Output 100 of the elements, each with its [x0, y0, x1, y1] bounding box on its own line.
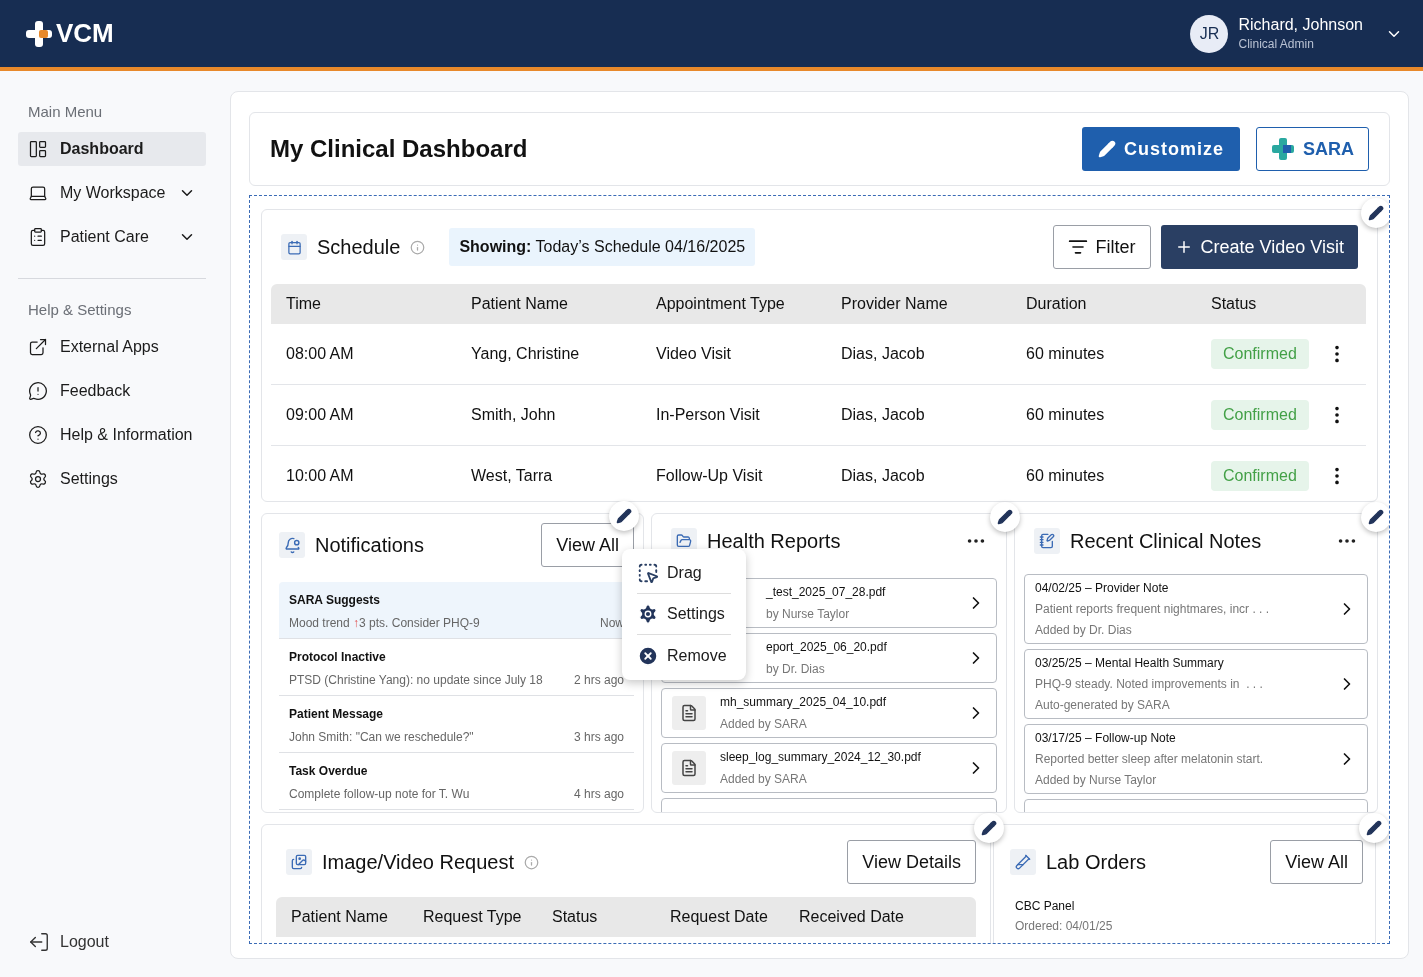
pencil-icon — [1368, 509, 1384, 525]
note-author: Auto-generated by SARA — [1035, 698, 1171, 712]
menu-item[interactable]: Settings — [637, 594, 731, 635]
notification-title: Protocol Inactive — [289, 650, 387, 664]
notification-title: Patient Message — [289, 707, 385, 721]
pencil-icon — [981, 820, 997, 836]
nav-item[interactable]: Feedback — [18, 374, 206, 408]
create-video-visit-button[interactable]: Create Video Visit — [1160, 225, 1358, 269]
edit-button[interactable] — [1359, 813, 1389, 843]
notification-item[interactable]: Patient Message John Smith: "Can we reschedule?" 3 hrs ago — [279, 696, 634, 753]
nav-item[interactable]: Dashboard — [18, 132, 206, 166]
notification-text: Complete follow-up note for T. Wu — [289, 787, 470, 801]
card-title: Schedule — [317, 235, 401, 259]
cross-logo-icon — [1271, 137, 1295, 161]
pdf-icon — [672, 751, 706, 785]
note-title: 03/17/25 – Follow-up Note — [1035, 731, 1177, 745]
file-name: mh_summary_2025_04_10.pdf — [720, 695, 888, 709]
nav-item[interactable]: Patient Care — [18, 220, 206, 254]
column-header: Duration — [1026, 284, 1211, 324]
file-author: Added by SARA — [720, 717, 808, 731]
logo-text: VCM — [56, 18, 114, 49]
info-icon — [524, 854, 539, 870]
nav-item[interactable]: External Apps — [18, 330, 206, 364]
status-badge: Confirmed — [1211, 339, 1309, 369]
nav-item[interactable]: My Workspace — [18, 176, 206, 210]
menu-item[interactable]: Drag — [637, 553, 731, 594]
note-author: Added by Dr. Dias — [1035, 623, 1133, 637]
file-name: sleep_log_summary_2024_12_30.pdf — [720, 750, 922, 764]
column-header: Patient Name — [471, 284, 656, 324]
edit-button[interactable] — [990, 502, 1020, 532]
file-author: by Dr. Dias — [766, 662, 826, 676]
table-cell: Yang, Christine — [471, 324, 656, 385]
note-card[interactable]: 04/02/25 – Provider Note Patient reports frequent nightmares, incr . . . Added by Dr. Dias — [1024, 574, 1368, 644]
user-avatar[interactable]: JR — [1190, 14, 1229, 53]
edit-button[interactable] — [974, 813, 1004, 843]
view-details-button[interactable]: View Details — [847, 840, 976, 884]
nav-item[interactable]: Settings — [18, 462, 206, 496]
note-card[interactable]: 03/25/25 – Mental Health Summary PHQ-9 steady. Noted improvements in . . . Auto-generated by SARA — [1024, 649, 1368, 719]
card-title: Recent Clinical Notes — [1070, 529, 1262, 553]
card-title: Health Reports — [707, 529, 841, 553]
filter-button[interactable]: Filter — [1052, 225, 1151, 269]
filter-icon — [1067, 237, 1088, 257]
note-preview: PHQ-9 steady. Noted improvements in . . . — [1035, 677, 1264, 691]
notification-time: 3 hrs ago — [573, 730, 624, 744]
pdf-icon — [672, 696, 706, 730]
nav-icon — [28, 381, 48, 401]
note-card[interactable]: 03/17/25 – Follow-up Note Reported better sleep after melatonin start. Added by Nurse Taylor — [1024, 724, 1368, 794]
view-all-button[interactable]: View All — [1270, 840, 1363, 884]
menu-item-icon — [637, 603, 659, 625]
column-header: Status — [552, 897, 670, 937]
pencil-icon — [997, 509, 1013, 525]
column-header: Provider Name — [841, 284, 1026, 324]
images-icon — [286, 849, 312, 875]
card-title: Image/Video Request — [322, 850, 514, 874]
menu-item-icon — [637, 562, 659, 584]
lab-order-name: CBC Panel — [1015, 899, 1076, 913]
notification-text: John Smith: "Can we reschedule?" — [289, 730, 474, 744]
assistant-button[interactable]: SARA — [1256, 127, 1369, 171]
status-badge: Confirmed — [1211, 400, 1309, 430]
cross-logo-icon — [24, 18, 54, 49]
nav-icon — [28, 139, 48, 159]
notification-title: Task Overdue — [289, 764, 369, 778]
note-preview: Reported better sleep after melatonin start. — [1035, 752, 1265, 766]
lab-order-date: Ordered: 04/01/25 — [1015, 919, 1114, 933]
info-icon — [410, 239, 426, 255]
notification-text: Mood trend ↑3 pts. Consider PHQ-9 — [289, 616, 480, 630]
note-icon — [1034, 528, 1060, 554]
column-header: Time — [271, 284, 471, 324]
file-card[interactable]: sleep_log_summary_2024_12_30.pdf Added by SARA — [661, 743, 997, 793]
menu-section-title: Help & Settings — [27, 301, 133, 318]
card-title: Notifications — [315, 533, 424, 557]
schedule-filter-label: Showing: Today’s Schedule 04/16/2025 — [449, 228, 756, 266]
edit-button[interactable] — [1361, 198, 1389, 228]
column-header: Status — [1211, 284, 1326, 324]
menu-section-title: Main Menu — [27, 103, 104, 120]
note-title: 03/25/25 – Mental Health Summary — [1035, 656, 1225, 670]
notification-time: 2 hrs ago — [573, 673, 624, 687]
file-name: _test_2025_07_28.pdf — [766, 585, 887, 599]
nav-icon — [28, 469, 48, 489]
nav-item[interactable]: Help & Information — [18, 418, 206, 452]
customize-button[interactable]: Customize — [1081, 127, 1240, 171]
table-cell: 10:00 AM — [271, 446, 471, 501]
user-role: Clinical Admin — [1238, 37, 1315, 51]
nav-icon — [28, 425, 48, 445]
notification-item[interactable]: Task Overdue Complete follow-up note for T. Wu 4 hrs ago — [279, 753, 634, 810]
logout-icon — [28, 931, 50, 953]
note-title: 04/02/25 – Provider Note — [1035, 581, 1170, 595]
table-cell: Video Visit — [656, 324, 841, 385]
pencil-icon — [1097, 140, 1116, 158]
file-card[interactable]: mh_summary_2025_04_10.pdf Added by SARA — [661, 688, 997, 738]
edit-button[interactable] — [1361, 502, 1389, 532]
pencil-icon — [616, 508, 632, 524]
column-header: Received Date — [799, 897, 976, 937]
file-author: Added by SARA — [720, 772, 808, 786]
file-name: eport_2025_06_20.pdf — [766, 640, 888, 654]
page-title: My Clinical Dashboard — [270, 135, 528, 163]
logout-link[interactable]: Logout — [18, 931, 206, 953]
calendar-icon — [281, 234, 307, 260]
user-name: Richard, Johnson — [1238, 16, 1363, 34]
table-cell: 08:00 AM — [271, 324, 471, 385]
